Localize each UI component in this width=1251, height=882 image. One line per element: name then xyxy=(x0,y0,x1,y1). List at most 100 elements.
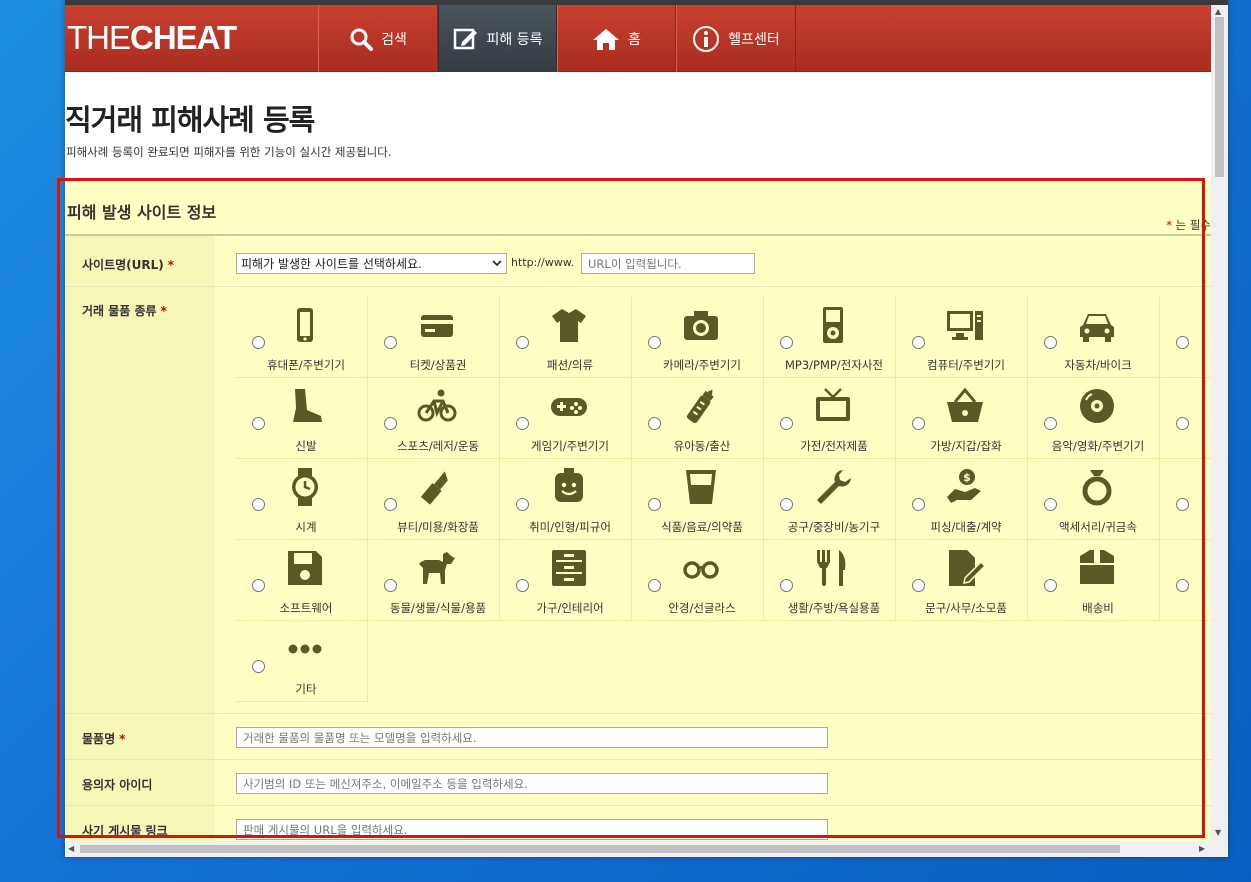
category-radio[interactable] xyxy=(648,579,661,592)
scroll-up-icon[interactable]: ▲ xyxy=(1215,7,1221,17)
category-radio[interactable] xyxy=(384,579,397,592)
gamepad-icon xyxy=(551,398,587,416)
category-option[interactable]: 가방/지갑/잡화 xyxy=(896,378,1028,459)
category-radio[interactable] xyxy=(516,579,529,592)
category-radio[interactable] xyxy=(1176,498,1189,511)
category-option-label: 취미/인형/피규어 xyxy=(529,520,611,534)
category-radio[interactable] xyxy=(1176,579,1189,592)
category-option[interactable]: 타 xyxy=(1160,297,1211,378)
category-option[interactable]: 게임기/주변기기 xyxy=(500,378,632,459)
vertical-scroll-thumb[interactable] xyxy=(1215,17,1224,177)
category-option[interactable]: 컴퓨터/주변기기 xyxy=(896,297,1028,378)
category-option[interactable]: 신발 xyxy=(236,378,368,459)
category-option[interactable]: 안경/선글라스 xyxy=(632,540,764,621)
site-logo[interactable]: THECHEAT xyxy=(67,19,237,56)
category-radio[interactable] xyxy=(252,498,265,511)
category-radio[interactable] xyxy=(780,579,793,592)
category-radio[interactable] xyxy=(516,417,529,430)
category-option[interactable]: 동물/생물/식물/용품 xyxy=(368,540,500,621)
category-option[interactable]: 가구/인테리어 xyxy=(500,540,632,621)
nav-register[interactable]: 피해 등록 xyxy=(438,5,557,72)
category-option[interactable]: 뷰티/미용/화장품 xyxy=(368,459,500,540)
category-option-label: 생활/주방/욕실용품 xyxy=(787,601,881,615)
category-option[interactable]: 배송비 xyxy=(1028,540,1160,621)
category-radio[interactable] xyxy=(384,417,397,430)
category-option[interactable]: 스포츠/레저/운동 xyxy=(368,378,500,459)
category-radio[interactable] xyxy=(1176,336,1189,349)
category-radio[interactable] xyxy=(912,417,925,430)
drawer-icon xyxy=(552,550,586,586)
category-option[interactable]: 성 xyxy=(1160,459,1211,540)
category-option[interactable]: $ 피싱/대출/계약 xyxy=(896,459,1028,540)
url-field[interactable] xyxy=(581,253,755,274)
item-name-input[interactable] xyxy=(236,727,828,748)
category-radio[interactable] xyxy=(516,498,529,511)
category-radio[interactable] xyxy=(912,498,925,511)
horizontal-scroll-thumb[interactable] xyxy=(80,845,1120,853)
category-option-label: 시계 xyxy=(295,520,317,534)
category-radio[interactable] xyxy=(1044,498,1057,511)
category-radio[interactable] xyxy=(1176,417,1189,430)
category-radio[interactable] xyxy=(384,336,397,349)
category-option[interactable]: 패션/의류 xyxy=(500,297,632,378)
category-radio[interactable] xyxy=(648,498,661,511)
category-radio[interactable] xyxy=(912,336,925,349)
category-radio[interactable] xyxy=(252,660,265,673)
suspect-id-input[interactable] xyxy=(236,773,828,794)
chevron-down-icon xyxy=(492,260,502,267)
category-option[interactable]: 소프트웨어 xyxy=(236,540,368,621)
category-option-label: 음악/영화/주변기기 xyxy=(1051,439,1145,453)
category-option-label: 컴퓨터/주변기기 xyxy=(927,358,1005,372)
category-radio[interactable] xyxy=(912,579,925,592)
category-option-label: 게임기/주변기기 xyxy=(531,439,609,453)
category-radio[interactable] xyxy=(1044,417,1057,430)
scroll-down-icon[interactable]: ▼ xyxy=(1215,828,1221,838)
category-option[interactable]: 기타 xyxy=(236,621,368,702)
cup-icon xyxy=(686,470,716,504)
category-option-label: 액세서리/귀금속 xyxy=(1059,520,1137,534)
scroll-right-icon[interactable]: ▶ xyxy=(1199,844,1205,854)
category-radio[interactable] xyxy=(1044,336,1057,349)
category-option[interactable]: 식품/음료/의약품 xyxy=(632,459,764,540)
category-option[interactable]: 액세서리/귀금속 xyxy=(1028,459,1160,540)
category-option[interactable]: 문구/사무/소모품 xyxy=(896,540,1028,621)
category-option[interactable]: 음악/영화/주변기기 xyxy=(1028,378,1160,459)
nav-home[interactable]: 홈 xyxy=(557,5,676,72)
category-radio[interactable] xyxy=(252,579,265,592)
category-option[interactable]: 가전/전자제품 xyxy=(764,378,896,459)
category-radio[interactable] xyxy=(1044,579,1057,592)
nav-help[interactable]: 헬프센터 xyxy=(676,5,796,72)
category-option[interactable]: 휴대폰/주변기기 xyxy=(236,297,368,378)
info-icon xyxy=(693,25,720,52)
post-link-input[interactable] xyxy=(236,819,828,840)
category-option[interactable]: 공구/중장비/농기구 xyxy=(764,459,896,540)
category-option[interactable]: 티켓/상품권 xyxy=(368,297,500,378)
category-radio[interactable] xyxy=(780,336,793,349)
category-radio[interactable] xyxy=(252,336,265,349)
category-radio[interactable] xyxy=(252,417,265,430)
edit-icon xyxy=(453,28,477,49)
category-option[interactable] xyxy=(1160,540,1211,621)
category-option[interactable]: 생활/주방/욕실용품 xyxy=(764,540,896,621)
scroll-left-icon[interactable]: ◀ xyxy=(68,844,74,854)
nav-search[interactable]: 검색 xyxy=(318,5,438,72)
category-option[interactable]: 도 xyxy=(1160,378,1211,459)
category-radio[interactable] xyxy=(648,336,661,349)
category-option-label: 식품/음료/의약품 xyxy=(661,520,743,534)
category-radio[interactable] xyxy=(516,336,529,349)
category-option[interactable]: 카메라/주변기기 xyxy=(632,297,764,378)
category-option-label: 문구/사무/소모품 xyxy=(925,601,1007,615)
horizontal-scrollbar[interactable]: ◀ ▶ xyxy=(65,841,1211,857)
category-option[interactable]: 시계 xyxy=(236,459,368,540)
category-radio[interactable] xyxy=(648,417,661,430)
category-radio[interactable] xyxy=(780,498,793,511)
category-option[interactable]: 유아동/출산 xyxy=(632,378,764,459)
category-option[interactable]: 취미/인형/피규어 xyxy=(500,459,632,540)
category-option[interactable]: MP3/PMP/전자사전 xyxy=(764,297,896,378)
logo-text-thin: THE xyxy=(67,19,131,56)
category-radio[interactable] xyxy=(384,498,397,511)
vertical-scrollbar[interactable]: ▲ ▼ xyxy=(1211,5,1228,841)
site-select[interactable]: 피해가 발생한 사이트를 선택하세요. xyxy=(236,253,507,274)
category-option[interactable]: 자동차/바이크 xyxy=(1028,297,1160,378)
category-radio[interactable] xyxy=(780,417,793,430)
